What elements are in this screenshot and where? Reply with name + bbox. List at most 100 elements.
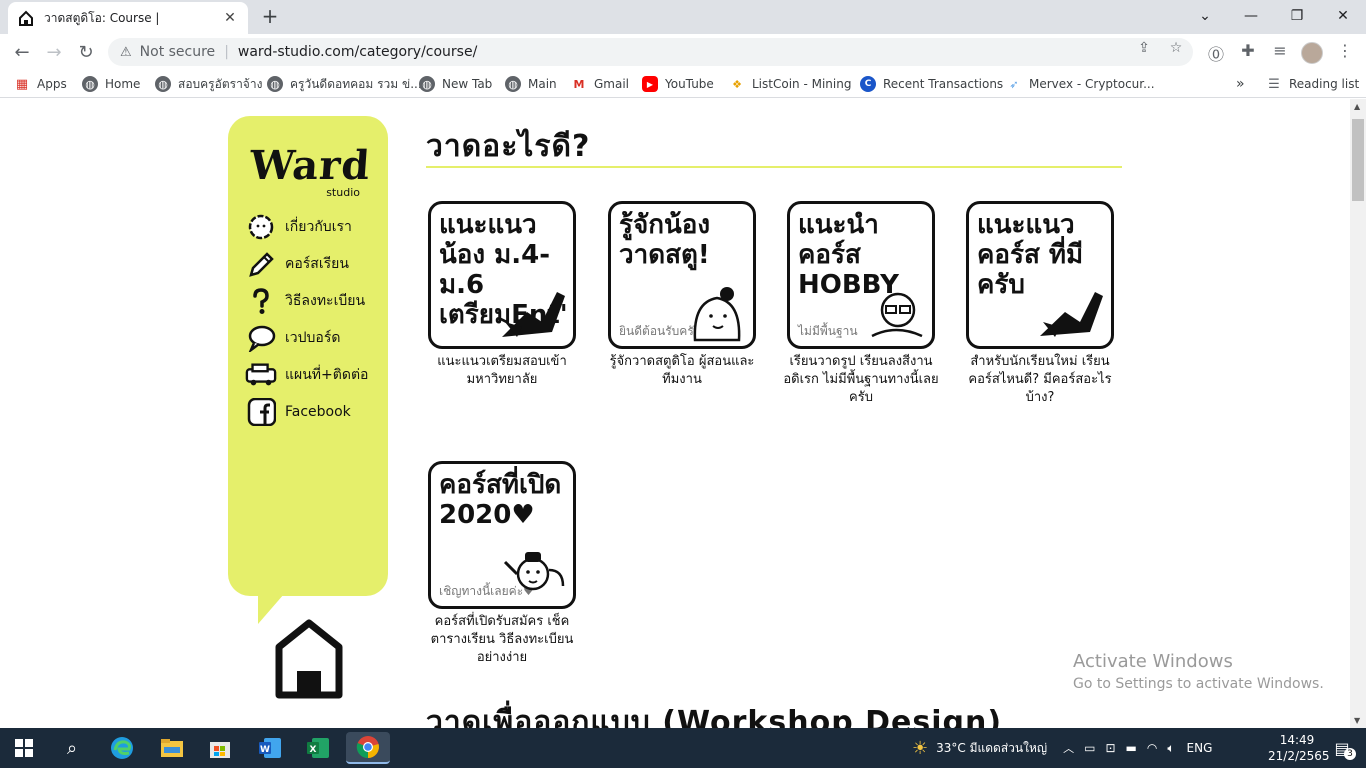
card-illustration[interactable]: รู้จักน้อง วาดสตู! ยินดีต้อนรับครับ! xyxy=(608,201,756,349)
share-icon[interactable]: ⇪ xyxy=(1134,40,1154,58)
action-icon[interactable]: ⊡ xyxy=(1105,741,1115,755)
reload-icon[interactable]: ↻ xyxy=(72,38,100,66)
forward-icon[interactable]: → xyxy=(40,38,68,66)
page-scrollbar[interactable]: ▲ ▼ xyxy=(1350,99,1366,728)
clock-time: 14:49 xyxy=(1279,733,1315,747)
card-illustration[interactable]: แนะนำ คอร์ส HOBBY ไม่มีพื้นฐาน xyxy=(787,201,935,349)
address-bar[interactable]: ⚠ Not secure | ward-studio.com/category/… xyxy=(108,38,1193,66)
tab-title: วาดสตูดิโอ: Course | xyxy=(44,10,160,25)
close-window-icon[interactable]: ✕ xyxy=(1320,0,1366,32)
minimize-icon[interactable]: — xyxy=(1228,0,1274,32)
card-caption[interactable]: สำหรับนักเรียนใหม่ เรียนคอร์สไหนดี? มีคอ… xyxy=(960,353,1120,407)
card-caption[interactable]: เรียนวาดรูป เรียนลงสีงานอดิเรก ไม่มีพื้น… xyxy=(781,353,941,407)
course-card[interactable]: แนะแนวน้อง ม.4-ม.6 เตรียมEnt' แนะแนวเตรี… xyxy=(422,201,582,389)
logo-subtext: studio xyxy=(326,186,360,199)
card-caption[interactable]: คอร์สที่เปิดรับสมัคร เช็คตารางเรียน วิธี… xyxy=(422,613,582,667)
store-icon[interactable] xyxy=(204,732,236,764)
windows-start-icon[interactable] xyxy=(8,732,40,764)
extensions-puzzle-icon[interactable]: ✚ xyxy=(1237,41,1259,63)
course-card[interactable]: แนะนำ คอร์ส HOBBY ไม่มีพื้นฐาน เรียนวาดร… xyxy=(781,201,941,407)
show-hidden-icons-icon[interactable]: ︿ xyxy=(1063,740,1074,756)
pencil-icon xyxy=(245,250,277,278)
bookmark-apps[interactable]: ▦ Apps xyxy=(14,75,67,93)
bookmark-label: Gmail xyxy=(594,77,630,91)
bookmark-gmail[interactable]: M Gmail xyxy=(571,75,630,93)
scroll-up-icon[interactable]: ▲ xyxy=(1354,102,1360,111)
globe-icon: ◍ xyxy=(155,76,171,92)
bookmark-youtube[interactable]: ▶ YouTube xyxy=(642,75,714,93)
card-art-subtext: ไม่มีพื้นฐาน xyxy=(798,324,858,338)
bookmark-recent-transactions[interactable]: C Recent Transactions xyxy=(860,75,1003,93)
speech-bubble-icon xyxy=(245,324,277,352)
menu-webboard[interactable]: เวปบอร์ด xyxy=(245,323,340,353)
bookmark-item[interactable]: ◍ สอบครูอัตราจ้าง xyxy=(155,75,262,93)
extension-p-icon[interactable]: ⓪ xyxy=(1205,41,1227,64)
security-label[interactable]: Not secure xyxy=(140,44,216,60)
weather-sun-icon[interactable]: ☀ xyxy=(912,738,928,759)
back-icon[interactable]: ← xyxy=(8,38,36,66)
search-icon[interactable]: ⌕ xyxy=(56,732,88,764)
card-illustration[interactable]: แนะแนวน้อง ม.4-ม.6 เตรียมEnt' xyxy=(428,201,576,349)
course-card[interactable]: รู้จักน้อง วาดสตู! ยินดีต้อนรับครับ! รู้… xyxy=(602,201,762,389)
house-icon[interactable] xyxy=(275,619,343,699)
bookmark-new-tab[interactable]: ◍ New Tab xyxy=(419,75,492,93)
url-text[interactable]: ward-studio.com/category/course/ xyxy=(238,44,477,60)
bookmark-main[interactable]: ◍ Main xyxy=(505,75,557,93)
menu-facebook[interactable]: Facebook xyxy=(245,397,351,427)
bookmark-label: Apps xyxy=(37,77,67,91)
menu-map-contact[interactable]: แผนที่+ติดต่อ xyxy=(245,360,368,390)
card-caption[interactable]: รู้จักวาดสตูดิโอ ผู้สอนและทีมงาน xyxy=(602,353,762,389)
globe-icon: ◍ xyxy=(82,76,98,92)
card-illustration[interactable]: แนะแนว คอร์ส ที่มี ครับ xyxy=(966,201,1114,349)
card-illustration[interactable]: คอร์สที่เปิด 2020♥ เชิญทางนี้เลยค่ะ♥ xyxy=(428,461,576,609)
edge-browser-icon[interactable] xyxy=(106,732,138,764)
course-card[interactable]: คอร์สที่เปิด 2020♥ เชิญทางนี้เลยค่ะ♥ คอร… xyxy=(422,461,582,667)
weather-text[interactable]: 33°C มีแดดส่วนใหญ่ xyxy=(936,739,1047,758)
meet-now-icon[interactable]: ▭ xyxy=(1084,741,1095,755)
wifi-icon[interactable]: ◠ xyxy=(1147,741,1157,755)
reading-list-button[interactable]: ☰ Reading list xyxy=(1266,75,1359,93)
flower-icon xyxy=(245,213,277,241)
notification-center-icon[interactable]: ▤ 3 xyxy=(1326,732,1358,764)
course-card[interactable]: แนะแนว คอร์ส ที่มี ครับ สำหรับนักเรียนให… xyxy=(960,201,1120,407)
bookmark-item[interactable]: ◍ ครูวันดีดอทคอม รวม ข่... xyxy=(267,75,422,93)
scrollbar-thumb[interactable] xyxy=(1352,119,1364,201)
menu-label: คอร์สเรียน xyxy=(285,256,349,272)
logo-text: Ward xyxy=(248,142,373,189)
bookmark-star-icon[interactable]: ☆ xyxy=(1166,40,1186,58)
site-logo[interactable]: Ward studio xyxy=(248,142,373,202)
menu-register[interactable]: วิธีลงทะเบียน xyxy=(245,286,365,316)
file-explorer-icon[interactable] xyxy=(156,732,188,764)
clock[interactable]: 14:49 21/2/2565 xyxy=(1268,732,1330,764)
menu-label: เวปบอร์ด xyxy=(285,330,341,346)
restore-icon[interactable]: ❐ xyxy=(1274,0,1320,32)
input-language[interactable]: ENG xyxy=(1187,741,1213,755)
bookmark-label: สอบครูอัตราจ้าง xyxy=(178,76,263,91)
tab-close-icon[interactable]: ✕ xyxy=(222,10,238,26)
bookmark-home[interactable]: ◍ Home xyxy=(82,75,140,93)
menu-courses[interactable]: คอร์สเรียน xyxy=(245,249,349,279)
browser-tab[interactable]: วาดสตูดิโอ: Course | ✕ xyxy=(8,2,248,34)
card-caption[interactable]: แนะแนวเตรียมสอบเข้ามหาวิทยาลัย xyxy=(422,353,582,389)
battery-icon[interactable]: ▬ xyxy=(1126,741,1137,755)
media-control-icon[interactable]: ≡ xyxy=(1269,41,1291,63)
question-icon xyxy=(245,287,277,315)
bookmark-label: New Tab xyxy=(442,77,493,91)
menu-about[interactable]: เกี่ยวกับเรา xyxy=(245,212,352,242)
volume-icon[interactable]: 🔈︎ xyxy=(1167,741,1174,756)
profile-avatar[interactable] xyxy=(1301,42,1323,64)
bookmark-listcoin[interactable]: ❖ ListCoin - Mining xyxy=(729,75,851,93)
new-tab-button[interactable]: + xyxy=(258,6,282,28)
excel-icon[interactable]: X xyxy=(302,732,334,764)
word-icon[interactable]: W xyxy=(254,732,286,764)
card-art-text: รู้จักน้อง วาดสตู! xyxy=(619,210,711,270)
activate-windows-watermark: Activate Windows Go to Settings to activ… xyxy=(1073,651,1324,692)
bookmarks-overflow-button[interactable]: » xyxy=(1236,75,1245,93)
scroll-down-icon[interactable]: ▼ xyxy=(1354,716,1360,725)
chrome-icon[interactable] xyxy=(346,732,390,764)
bookmark-mervex[interactable]: ➶ Mervex - Cryptocur... xyxy=(1006,75,1154,93)
bookmarks-bar: ▦ Apps ◍ Home ◍ สอบครูอัตราจ้าง ◍ ครูวัน… xyxy=(0,70,1366,98)
warning-icon[interactable]: ⚠ xyxy=(120,45,132,60)
tab-search-icon[interactable]: ⌄ xyxy=(1182,0,1228,32)
menu-kebab-icon[interactable]: ⋮ xyxy=(1334,41,1356,63)
